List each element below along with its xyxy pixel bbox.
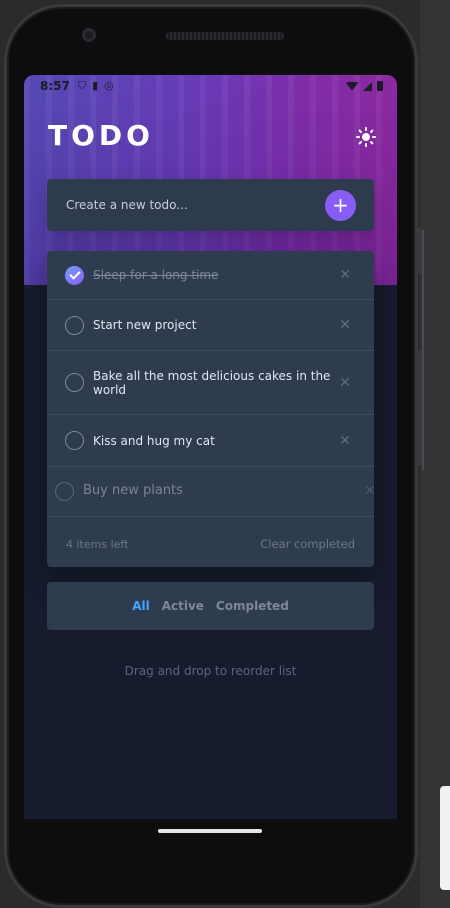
power-button[interactable] xyxy=(418,350,422,466)
reorder-hint: Drag and drop to reorder list xyxy=(124,664,297,678)
todo-item[interactable]: Start new project ✕ xyxy=(47,300,374,351)
checkmark-icon[interactable] xyxy=(65,265,84,285)
theme-toggle-icon xyxy=(356,127,376,147)
filter-all[interactable]: All xyxy=(132,599,150,613)
host-divider xyxy=(422,230,424,470)
app-screen: 8:57 ⛉ ▮ ◎ TODO Create a new todo... + S… xyxy=(24,75,397,819)
todo-text: Sleep for a long time xyxy=(93,268,219,282)
status-bar: 8:57 ⛉ ▮ ◎ xyxy=(24,75,397,97)
checkbox-circle[interactable] xyxy=(65,373,84,392)
clear-completed-button[interactable]: Clear completed xyxy=(260,537,355,551)
checkbox-circle[interactable] xyxy=(65,315,84,335)
plus-icon: + xyxy=(332,193,349,217)
new-todo-input[interactable] xyxy=(66,198,325,212)
todo-list: Sleep for a long time ✕ Start new projec… xyxy=(47,251,374,567)
todo-text: Buy new plants xyxy=(83,483,183,498)
create-todo-bar: + xyxy=(47,179,374,231)
items-left-count: 4 items left xyxy=(66,537,129,551)
host-card xyxy=(440,786,450,890)
battery-icon xyxy=(377,81,383,91)
todo-text: Kiss and hug my cat xyxy=(93,433,215,448)
filter-completed[interactable]: Completed xyxy=(216,599,289,613)
todo-item[interactable]: Sleep for a long time ✕ xyxy=(47,251,374,300)
signal-icon xyxy=(363,81,372,91)
home-gesture-bar[interactable] xyxy=(158,829,262,833)
todo-text: Bake all the most delicious cakes in the… xyxy=(93,368,331,397)
close-icon[interactable]: ✕ xyxy=(338,267,352,283)
todo-item[interactable]: Kiss and hug my cat ✕ xyxy=(47,415,374,467)
wifi-icon xyxy=(346,81,358,91)
checkbox-circle[interactable] xyxy=(65,431,84,450)
filter-active[interactable]: Active xyxy=(162,599,204,613)
add-todo-button[interactable]: + xyxy=(325,189,356,221)
camera-icon xyxy=(82,28,96,42)
emulator-stage: 8:57 ⛉ ▮ ◎ TODO Create a new todo... + S… xyxy=(0,0,450,908)
system-icons xyxy=(346,81,383,91)
close-icon[interactable]: ✕ xyxy=(338,375,352,391)
status-time: 8:57 xyxy=(40,79,70,93)
sd-card-icon: ▮ xyxy=(92,79,99,92)
close-icon[interactable]: ✕ xyxy=(363,483,377,499)
sun-icon[interactable] xyxy=(354,125,378,149)
host-panel xyxy=(420,0,450,908)
todo-item[interactable]: Bake all the most delicious cakes in the… xyxy=(47,351,374,415)
speaker-grille xyxy=(166,32,284,40)
app-title: TODO xyxy=(48,119,154,152)
filter-bar: All Active Completed xyxy=(47,582,374,630)
list-footer: 4 items left Clear completed xyxy=(47,521,374,567)
close-icon[interactable]: ✕ xyxy=(338,433,352,449)
todo-text: Start new project xyxy=(93,318,197,332)
volume-button[interactable] xyxy=(418,228,422,274)
shield-icon: ⛉ xyxy=(77,79,87,92)
close-icon[interactable]: ✕ xyxy=(338,317,352,333)
sync-icon: ◎ xyxy=(104,79,114,92)
notification-icons: ⛉ ▮ ◎ xyxy=(78,79,114,93)
checkbox-circle[interactable] xyxy=(55,481,74,501)
dragging-todo-item[interactable]: Buy new plants ✕ xyxy=(47,466,391,516)
